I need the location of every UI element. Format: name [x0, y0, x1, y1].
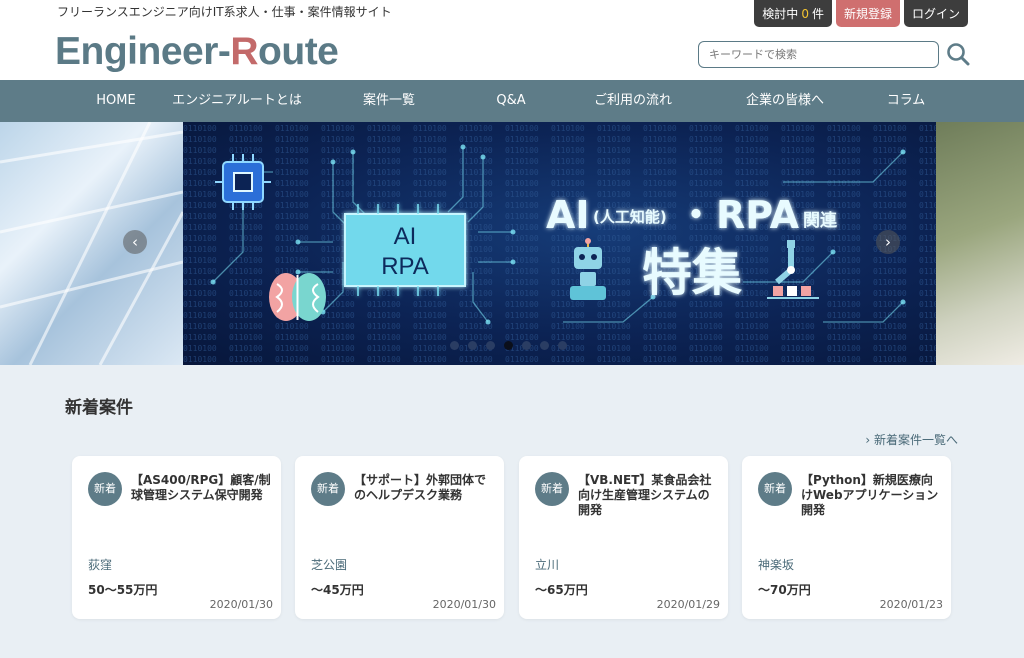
search-icon[interactable]	[946, 42, 970, 66]
nav-about[interactable]: エンジニアルートとは	[172, 80, 302, 122]
carousel-dot-6[interactable]	[540, 341, 549, 350]
ai-rpa-chip	[344, 204, 466, 296]
ai-rpa-banner[interactable]: 0110100	[183, 122, 936, 365]
logo-text-highlight: R	[230, 30, 259, 73]
chip-text-rpa: RPA	[381, 253, 429, 280]
listing-location: 神楽坂	[758, 558, 795, 572]
listing-pay: 50〜55万円	[88, 583, 158, 597]
listing-location: 立川	[535, 558, 560, 572]
listing-pay: 〜45万円	[311, 583, 364, 597]
new-badge: 新着	[88, 472, 122, 506]
listing-title: 【AS400/RPG】顧客/制球管理システム保守開発	[131, 473, 271, 502]
listing-title: 【VB.NET】某食品会社向け生産管理システムの開発	[578, 473, 712, 517]
headline-main: 特集	[642, 244, 742, 302]
watchlist-label: 検討中	[762, 7, 799, 21]
headline-dot: ・	[677, 193, 715, 237]
new-listings-section: 新着案件 › 新着案件一覧へ 新着 【AS400/RPG】顧客/制球管理システム…	[0, 365, 1024, 658]
headline-paren: (人工知能)	[593, 208, 667, 226]
headline-rpa: RPA	[716, 193, 800, 237]
watchlist-button[interactable]: 検討中 0 件	[754, 0, 832, 27]
section-title: 新着案件	[65, 398, 133, 418]
listing-card[interactable]: 新着 【サポート】外郭団体でのヘルプデスク業務 芝公園 〜45万円 2020/0…	[295, 456, 504, 619]
brain-icon	[269, 273, 326, 321]
new-badge: 新着	[758, 472, 792, 506]
listing-card[interactable]: 新着 【Python】新規医療向けWebアプリケーション開発 神楽坂 〜70万円…	[742, 456, 951, 619]
nav-faq[interactable]: Q&A	[496, 80, 525, 122]
listing-card[interactable]: 新着 【VB.NET】某食品会社向け生産管理システムの開発 立川 〜65万円 2…	[519, 456, 728, 619]
more-listings-link[interactable]: › 新着案件一覧へ	[865, 431, 958, 448]
carousel-dot-3[interactable]	[486, 341, 495, 350]
more-listings-label: 新着案件一覧へ	[873, 433, 958, 447]
prev-slide-preview[interactable]	[0, 122, 185, 365]
new-badge: 新着	[311, 472, 345, 506]
listing-title: 【Python】新規医療向けWebアプリケーション開発	[801, 473, 939, 517]
chevron-right-small-icon: ›	[865, 433, 874, 447]
main-nav: HOME エンジニアルートとは 案件一覧 Q&A ご利用の流れ 企業の皆様へ コ…	[0, 80, 1024, 122]
listing-date: 2020/01/30	[209, 598, 273, 611]
search-input[interactable]	[698, 41, 939, 68]
listing-date: 2020/01/23	[879, 598, 943, 611]
carousel-dot-5[interactable]	[522, 341, 531, 350]
chevron-right-icon[interactable]: ›	[876, 230, 900, 254]
banner-graphic: 0110100	[183, 122, 936, 365]
listing-location: 芝公園	[311, 558, 348, 572]
register-button[interactable]: 新規登録	[835, 0, 900, 27]
listing-card[interactable]: 新着 【AS400/RPG】顧客/制球管理システム保守開発 荻窪 50〜55万円…	[72, 456, 281, 619]
listing-pay: 〜65万円	[535, 583, 588, 597]
site-logo[interactable]: Engineer-Route	[55, 28, 339, 76]
new-badge: 新着	[535, 472, 569, 506]
carousel-dot-1[interactable]	[450, 341, 459, 350]
logo-text-1: Engineer-	[55, 30, 231, 73]
listing-pay: 〜70万円	[758, 583, 811, 597]
next-slide-preview[interactable]	[936, 122, 1024, 365]
nav-home[interactable]: HOME	[96, 80, 135, 122]
listing-date: 2020/01/30	[432, 598, 496, 611]
watchlist-unit: 件	[811, 7, 824, 21]
carousel-dot-7[interactable]	[558, 341, 567, 350]
nav-flow[interactable]: ご利用の流れ	[594, 80, 672, 122]
carousel-dot-4-active[interactable]	[504, 341, 513, 350]
carousel-dot-2[interactable]	[468, 341, 477, 350]
logo-text-2: oute	[258, 30, 339, 73]
listing-location: 荻窪	[88, 558, 113, 572]
hero-carousel: 0110100	[0, 122, 1024, 365]
listing-title: 【サポート】外郭団体でのヘルプデスク業務	[354, 473, 487, 502]
listing-date: 2020/01/29	[656, 598, 720, 611]
headline-kanren: 関連	[803, 210, 838, 231]
nav-listings[interactable]: 案件一覧	[363, 80, 415, 122]
top-buttons: 検討中 0 件 新規登録 ログイン	[754, 0, 968, 27]
chip-text-ai: AI	[394, 223, 417, 250]
glass-building-image	[0, 122, 185, 365]
site-tagline: フリーランスエンジニア向けIT系求人・仕事・案件情報サイト	[57, 5, 392, 19]
carousel-dots	[450, 341, 567, 350]
headline-ai: AI	[546, 193, 590, 237]
login-button[interactable]: ログイン	[903, 0, 968, 27]
watchlist-count: 0	[801, 6, 809, 21]
chevron-left-icon[interactable]: ‹	[123, 230, 147, 254]
nav-companies[interactable]: 企業の皆様へ	[746, 80, 824, 122]
nav-column[interactable]: コラム	[887, 80, 926, 122]
